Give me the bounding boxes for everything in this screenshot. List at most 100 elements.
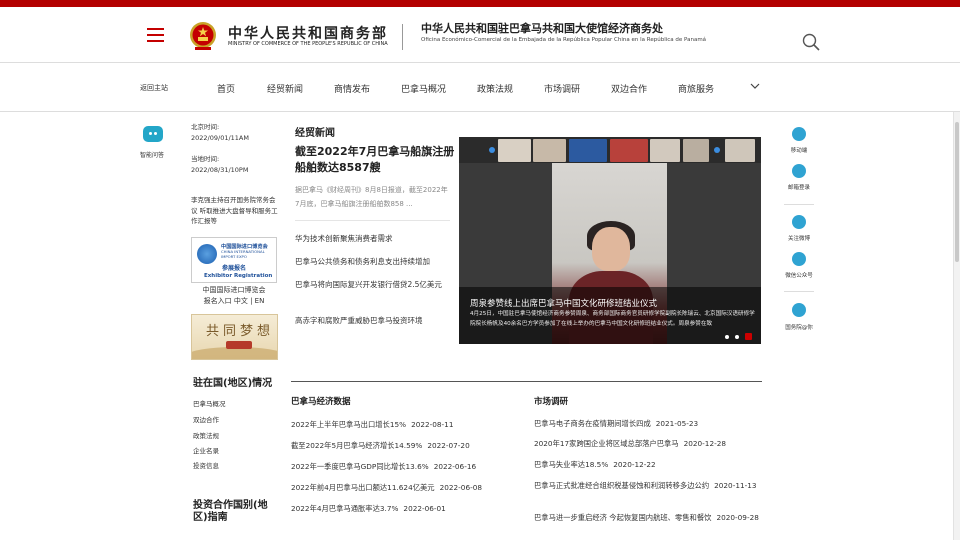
country-link[interactable]: 投资信息 [193, 460, 219, 470]
main-nav: 返回主站 首页 经贸新闻 商情发布 巴拿马概况 政策法规 市场调研 双边合作 商… [0, 62, 960, 112]
chevron-down-icon[interactable] [750, 81, 760, 91]
participant-thumbnail [650, 139, 680, 162]
carousel-dot[interactable] [735, 335, 739, 339]
market-research-title[interactable]: 市场调研 [534, 395, 568, 407]
nav-item-market-research[interactable]: 市场调研 [544, 82, 580, 95]
market-item[interactable]: 2020年17家跨国企业将区域总部落户巴拿马 2020-12-28 [534, 437, 764, 450]
hamburger-menu-icon[interactable] [147, 28, 164, 42]
market-item-date: 2020-12-22 [613, 460, 656, 469]
wechat-label[interactable]: 微信公众号 [779, 271, 819, 279]
guide-section-title[interactable]: 投资合作国别(地区)指南 [193, 500, 273, 524]
nav-item-policy[interactable]: 政策法规 [477, 82, 513, 95]
wechat-icon[interactable] [792, 252, 806, 266]
ciie-logo-icon [197, 244, 217, 264]
market-item-text[interactable]: 巴拿马失业率达18.5% [534, 460, 608, 469]
common-dream-text: 共同梦想 [206, 324, 275, 339]
market-item-text[interactable]: 巴拿马进一步重启经济 今起恢复国内航班、零售和餐饮 [534, 513, 711, 522]
ciie-caption-links[interactable]: 报名入口 中文 | EN [191, 296, 277, 307]
nav-item-business-info[interactable]: 商情发布 [334, 82, 370, 95]
ciie-registration-banner[interactable]: 中国国际进口博览会 CHINA INTERNATIONAL IMPORT EXP… [191, 237, 277, 283]
economy-item-date: 2022-06-01 [403, 504, 446, 513]
market-item[interactable]: 巴拿马进一步重启经济 今起恢复国内航班、零售和餐饮 2020-09-28 [534, 511, 764, 524]
prev-icon [489, 147, 495, 153]
carousel-dot[interactable] [725, 335, 729, 339]
weibo-label[interactable]: 关注微博 [779, 234, 819, 242]
nav-item-trade-news[interactable]: 经贸新闻 [267, 82, 303, 95]
featured-news-link[interactable]: 李克强主持召开国务院常务会议 听取推进大盘督导和服务工作汇报等 [191, 195, 279, 227]
mobile-label[interactable]: 移动端 [779, 146, 819, 154]
market-item-text[interactable]: 巴拿马电子商务在疫情期间增长四成 [534, 419, 651, 428]
search-icon[interactable] [802, 33, 820, 51]
news-link[interactable]: 巴拿马将向国际复兴开发银行借贷2.5亿美元 [295, 279, 451, 291]
economy-item-text[interactable]: 2022年4月巴拿马通胀率达3.7% [291, 504, 398, 513]
nav-item-business-travel[interactable]: 商旅服务 [678, 82, 714, 95]
participant-thumbnail [498, 139, 531, 162]
economy-data-title[interactable]: 巴拿马经济数据 [291, 395, 351, 407]
mail-login-label[interactable]: 邮箱登录 [779, 183, 819, 191]
back-to-main-site-link[interactable]: 返回主站 [140, 83, 168, 93]
divider [784, 204, 814, 205]
ministry-name[interactable]: 中华人民共和国商务部 [228, 23, 388, 43]
news-link[interactable]: 华为技术创新聚焦消费者需求 [295, 233, 451, 245]
market-item-text[interactable]: 2020年17家跨国企业将区域总部落户巴拿马 [534, 439, 679, 448]
economy-item-text[interactable]: 截至2022年5月巴拿马经济增长14.59% [291, 441, 422, 450]
headline-link[interactable]: 截至2022年7月巴拿马船旗注册船舶数达8587艘 [295, 144, 455, 176]
embassy-name-es: Oficina Económico-Comercial de la Embaja… [421, 37, 707, 43]
economy-item[interactable]: 2022年4月巴拿马通胀率达3.7% 2022-06-01 [291, 502, 446, 515]
country-link[interactable]: 巴拿马概况 [193, 398, 226, 408]
participant-thumbnail [533, 139, 566, 162]
vertical-scrollbar[interactable] [953, 112, 960, 540]
market-item-date: 2020-11-13 [714, 481, 757, 490]
economy-item-text[interactable]: 2022年上半年巴拿马出口增长15% [291, 420, 406, 429]
chatbot-label[interactable]: 智能问答 [140, 150, 164, 159]
market-item-date: 2021-05-23 [655, 419, 699, 428]
scrollbar-thumb[interactable] [955, 122, 959, 262]
nav-item-bilateral[interactable]: 双边合作 [611, 82, 647, 95]
news-link[interactable]: 高赤字和腐败严重威胁巴拿马投资环境 [295, 315, 451, 327]
market-item[interactable]: 巴拿马失业率达18.5% 2020-12-22 [534, 458, 764, 471]
market-item-text[interactable]: 巴拿马正式批准经合组织税基侵蚀和利润转移多边公约 [534, 481, 709, 490]
country-link[interactable]: 政策法规 [193, 430, 219, 440]
economy-item-date: 2022-06-08 [439, 483, 483, 492]
participant-thumbnail [569, 139, 607, 162]
economy-item-text[interactable]: 2022年前4月巴拿马出口额达11.624亿美元 [291, 483, 435, 492]
beijing-time-label: 北京时间: [191, 123, 220, 131]
ciie-register-label: 参展报名 [222, 265, 247, 272]
slide-title[interactable]: 周泉参赞线上出席巴拿马中国文化研修班结业仪式 [470, 297, 657, 309]
chatbot-icon[interactable] [143, 126, 163, 142]
nav-item-panama-overview[interactable]: 巴拿马概况 [401, 82, 446, 95]
country-link[interactable]: 企业名录 [193, 445, 219, 455]
economy-item[interactable]: 2022年一季度巴拿马GDP同比增长13.6% 2022-06-16 [291, 460, 476, 473]
speaker-image [592, 227, 630, 271]
market-item[interactable]: 巴拿马正式批准经合组织税基侵蚀和利润转移多边公约 2020-11-13 [534, 479, 764, 492]
state-council-label[interactable]: 国务院@你 [779, 323, 819, 331]
divider [784, 291, 814, 292]
section-divider [291, 381, 762, 382]
ciie-caption-title: 中国国际进口博览会 [202, 286, 266, 294]
embassy-name: 中华人民共和国驻巴拿马共和国大使馆经济商务处 [421, 22, 663, 35]
market-item[interactable]: 巴拿马电子商务在疫情期间增长四成 2021-05-23 [534, 417, 764, 430]
news-section-title[interactable]: 经贸新闻 [295, 124, 335, 139]
mail-icon[interactable] [792, 164, 806, 178]
economy-item-date: 2022-07-20 [427, 441, 470, 450]
economy-item-text[interactable]: 2022年一季度巴拿马GDP同比增长13.6% [291, 462, 429, 471]
mobile-icon[interactable] [792, 127, 806, 141]
news-link[interactable]: 巴拿马公共债务和债务利息支出持续增加 [295, 256, 451, 268]
participant-thumbnail [610, 139, 648, 162]
country-section-title: 驻在国(地区)情况 [193, 378, 273, 389]
country-link[interactable]: 双边合作 [193, 414, 219, 424]
common-dream-banner[interactable]: 共同梦想 [191, 314, 278, 360]
ciie-name-en: CHINA INTERNATIONAL IMPORT EXPO [221, 249, 265, 259]
weibo-icon[interactable] [792, 215, 806, 229]
economy-item[interactable]: 截至2022年5月巴拿马经济增长14.59% 2022-07-20 [291, 439, 470, 452]
national-emblem-icon [190, 22, 216, 50]
news-carousel[interactable]: 周泉参赞线上出席巴拿马中国文化研修班结业仪式 4月25日，中国驻巴拿马使馆经济商… [459, 137, 761, 344]
participant-thumbnail [725, 139, 755, 162]
state-council-icon[interactable] [792, 303, 806, 317]
economy-item[interactable]: 2022年上半年巴拿马出口增长15% 2022-08-11 [291, 418, 453, 431]
economy-item[interactable]: 2022年前4月巴拿马出口额达11.624亿美元 2022-06-08 [291, 481, 482, 494]
divider [295, 220, 450, 221]
nav-item-home[interactable]: 首页 [217, 82, 235, 95]
carousel-dot-active[interactable] [745, 333, 752, 340]
participant-thumbnail [683, 139, 709, 162]
